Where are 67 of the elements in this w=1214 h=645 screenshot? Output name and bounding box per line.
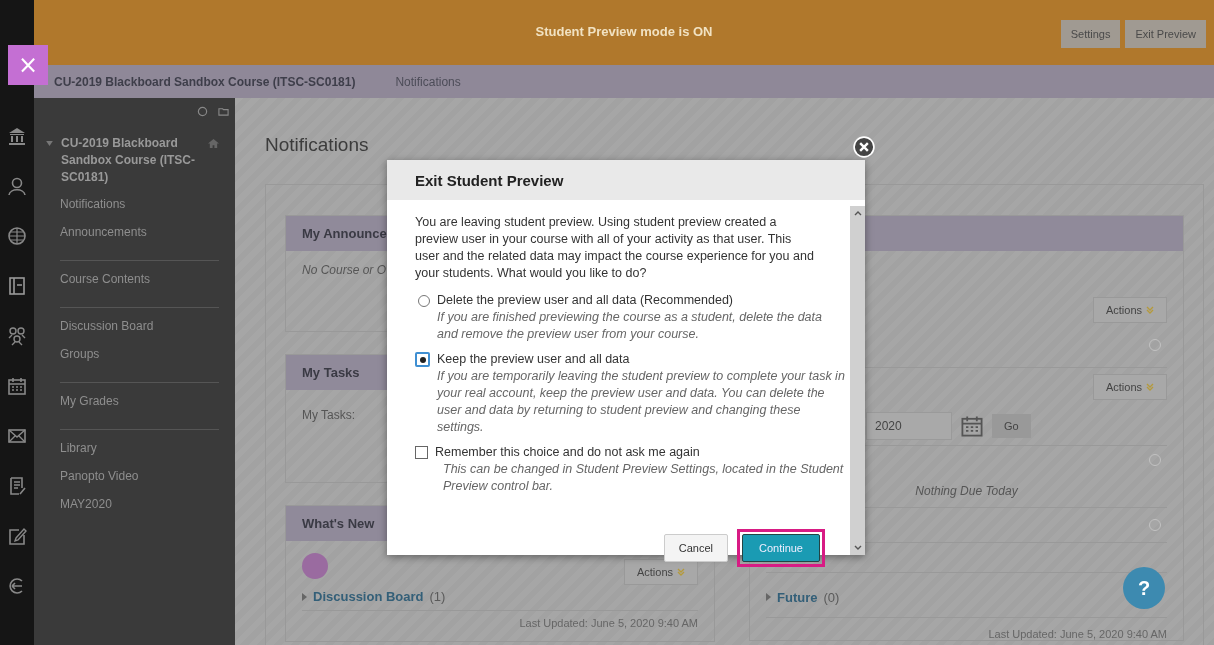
module-title: What's New <box>302 516 375 531</box>
module-text: My Tasks: <box>302 408 356 422</box>
module-title: My Tasks <box>302 365 360 380</box>
module-message: No Course or O <box>302 263 387 277</box>
scroll-down-icon[interactable] <box>853 545 862 551</box>
option-hint: If you are finished previewing the course as a student, delete the data and remove the preview user from your course. <box>437 309 823 343</box>
edit-icon[interactable] <box>7 526 27 546</box>
folder-icon[interactable] <box>218 106 229 117</box>
date-field[interactable]: 2020 <box>866 411 952 440</box>
continue-button[interactable]: Continue <box>741 534 820 562</box>
go-button[interactable]: Go <box>992 413 1031 438</box>
close-icon[interactable] <box>853 136 875 158</box>
double-chevron-icon <box>1146 306 1154 314</box>
checkbox[interactable] <box>415 446 428 459</box>
breadcrumb-page: Notifications <box>395 74 461 89</box>
double-chevron-icon <box>1146 383 1154 391</box>
future-link[interactable]: Future <box>777 589 818 605</box>
radio-button[interactable] <box>415 352 430 367</box>
page-heading: Notifications <box>265 134 369 156</box>
course-menu-item[interactable]: Discussion Board <box>60 312 219 340</box>
scroll-up-icon[interactable] <box>853 210 862 216</box>
refresh-icon[interactable] <box>197 106 208 117</box>
course-menu-item[interactable]: Announcements <box>60 218 219 246</box>
institution-icon[interactable] <box>7 126 27 146</box>
discussion-board-link[interactable]: Discussion Board <box>313 589 424 604</box>
item-count: (0) <box>823 589 840 605</box>
item-count: (1) <box>429 589 446 604</box>
option-label[interactable]: Keep the preview user and all data <box>437 351 845 368</box>
document-icon[interactable] <box>7 476 27 496</box>
empty-message: Nothing Due Today <box>915 483 1018 498</box>
course-menu-item[interactable]: Groups <box>60 340 219 368</box>
collapse-caret-icon[interactable] <box>46 141 53 146</box>
cancel-button[interactable]: Cancel <box>663 534 728 562</box>
course-title[interactable]: CU-2019 Blackboard Sandbox Course (ITSC-SC0181) <box>61 135 200 186</box>
actions-button[interactable]: Actions <box>1092 374 1167 400</box>
actions-button[interactable]: Actions <box>623 559 698 585</box>
close-preview-button[interactable]: × <box>8 45 48 85</box>
group-icon[interactable] <box>7 326 27 346</box>
option-label[interactable]: Remember this choice and do not ask me again <box>435 444 845 461</box>
last-updated-text: Last Updated: June 5, 2020 9:40 AM <box>302 610 698 629</box>
globe-icon[interactable] <box>7 226 27 246</box>
dialog-message: You are leaving student preview. Using student preview created a preview user in your course with all of your activity as that user. This user and the related data may impact the course experience for you and your students. What would you like to do? <box>415 214 815 282</box>
preview-bar-button[interactable]: Exit Preview <box>1125 20 1206 48</box>
course-menu-item[interactable]: Panopto Video <box>60 462 219 490</box>
calendar-icon[interactable] <box>960 413 984 438</box>
course-menu-item[interactable]: MAY2020 <box>60 490 219 518</box>
course-menu-item[interactable]: Library <box>60 434 219 462</box>
option-hint: This can be changed in Student Preview Settings, located in the Student Preview control bar. <box>443 461 845 495</box>
option-hint: If you are temporarily leaving the student preview to complete your task in your real account, keep the preview user and data. You can delete the user and data by returning to student preview and changing these settings. <box>437 368 845 436</box>
calendar-icon[interactable] <box>7 376 27 396</box>
double-chevron-icon <box>677 568 685 576</box>
breadcrumb-course[interactable]: CU-2019 Blackboard Sandbox Course (ITSC-SC0181) <box>54 74 356 89</box>
preview-bar-button[interactable]: Settings <box>1060 20 1121 48</box>
option-label[interactable]: Delete the preview user and all data (Recommended) <box>437 292 845 309</box>
last-updated-text: Last Updated: June 5, 2020 9:40 AM <box>987 627 1167 640</box>
mail-icon[interactable] <box>7 426 27 446</box>
avatar-circle <box>302 553 328 579</box>
module-title: My Announce <box>302 226 387 241</box>
dialog-title: Exit Student Preview <box>415 171 564 189</box>
book-icon[interactable] <box>7 276 27 296</box>
scrollbar[interactable] <box>850 206 865 555</box>
person-icon[interactable] <box>7 176 27 196</box>
course-menu-item[interactable]: Course Contents <box>60 265 219 293</box>
preview-mode-title: Student Preview mode is ON <box>535 24 713 39</box>
actions-button[interactable]: Actions <box>1092 297 1167 323</box>
course-menu-item[interactable]: My Grades <box>60 387 219 415</box>
course-menu-item[interactable]: Notifications <box>60 190 219 218</box>
